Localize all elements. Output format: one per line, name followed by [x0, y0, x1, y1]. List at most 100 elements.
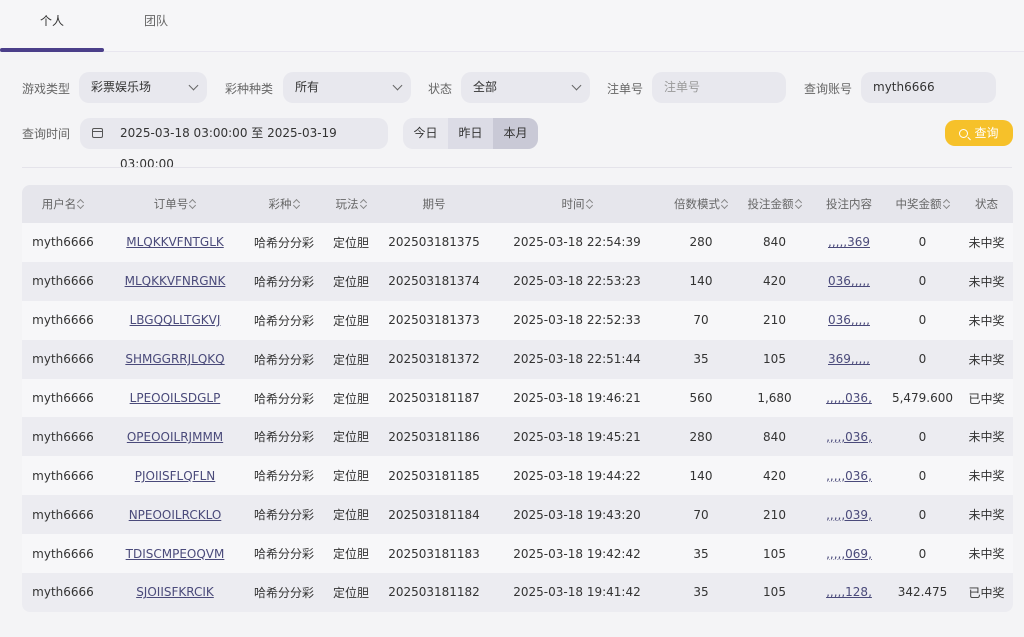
time-label: 查询时间	[22, 127, 71, 141]
table-row: myth6666 LBGQQLLTGKVJ 哈希分分彩 定位胆 202503181373…	[22, 300, 1013, 340]
cell-win-amount: 0	[918, 468, 927, 483]
cell-time: 2025-03-18 22:54:39	[513, 235, 641, 250]
sort-icon	[361, 199, 367, 209]
cell-username: myth6666	[32, 235, 94, 250]
cell-status: 未中奖	[968, 430, 1005, 445]
cell-issue: 202503181372	[388, 352, 480, 367]
cell-bet-content[interactable]: ,,,,,069,	[813, 547, 885, 561]
cell-status: 未中奖	[968, 235, 1005, 250]
status-select[interactable]: 全部	[461, 72, 590, 103]
cell-bet-amount: 840	[763, 429, 786, 444]
sort-icon	[587, 199, 593, 209]
cell-bet-content[interactable]: ,,,,,369	[813, 235, 885, 249]
col-header-bet-amount[interactable]: 投注金额	[736, 196, 813, 212]
table-row: myth6666 MLQKKVFNRGNK 哈希分分彩 定位胆 202503181374…	[22, 261, 1013, 301]
cell-win-amount: 0	[918, 507, 927, 522]
col-header-order-no[interactable]: 订单号	[104, 196, 246, 212]
cell-play: 定位胆	[332, 235, 369, 250]
cell-order-no[interactable]: PJOIISFLQFLN	[104, 469, 246, 483]
game-type-value: 彩票娱乐场	[91, 80, 152, 94]
cell-order-no[interactable]: LPEOOILSDGLP	[104, 391, 246, 405]
account-input[interactable]: myth6666	[861, 72, 996, 103]
col-header-multiple[interactable]: 倍数模式	[666, 196, 736, 212]
cell-bet-amount: 210	[763, 313, 786, 328]
table-header: 用户名 订单号 彩种 玩法 期号 时间 倍数模式 投注金额 投注内容 中奖金额 …	[22, 185, 1013, 223]
cell-time: 2025-03-18 22:52:33	[513, 313, 641, 328]
cell-order-no[interactable]: NPEOOILRCKLO	[104, 508, 246, 522]
order-no-input[interactable]: 注单号	[652, 72, 786, 103]
date-range-picker[interactable]: 2025-03-18 03:00:00 至 2025-03-19 03:00:0…	[80, 118, 388, 171]
calendar-icon	[92, 128, 103, 138]
tab-team[interactable]: 团队	[104, 0, 208, 52]
cell-bet-content[interactable]: 369,,,,,	[813, 352, 885, 366]
lottery-kind-value: 所有	[295, 80, 320, 94]
cell-order-no[interactable]: SHMGGRRJLQKQ	[104, 352, 246, 366]
col-header-time[interactable]: 时间	[488, 196, 666, 212]
cell-lottery: 哈希分分彩	[253, 508, 314, 523]
search-button[interactable]: 查询	[945, 120, 1013, 146]
cell-order-no[interactable]: TDISCMPEOQVM	[104, 547, 246, 561]
cell-time: 2025-03-18 19:42:42	[513, 546, 641, 561]
cell-multiple: 70	[693, 313, 709, 328]
account-value: myth6666	[873, 80, 935, 94]
table-row: myth6666 OPEOOILRJMMM 哈希分分彩 定位胆 202503181186…	[22, 417, 1013, 457]
col-header-status: 状态	[975, 197, 998, 211]
cell-order-no[interactable]: OPEOOILRJMMM	[104, 430, 246, 444]
col-header-play[interactable]: 玩法	[322, 196, 380, 212]
cell-status: 未中奖	[968, 547, 1005, 562]
cell-bet-content[interactable]: ,,,,,036,	[813, 391, 885, 405]
col-header-win-amount[interactable]: 中奖金额	[885, 196, 960, 212]
range-today-button[interactable]: 今日	[403, 118, 448, 149]
table-row: myth6666 SJOIISFKRCIK 哈希分分彩 定位胆 202503181182…	[22, 573, 1013, 612]
cell-bet-content[interactable]: ,,,,,039,	[813, 508, 885, 522]
cell-order-no[interactable]: LBGQQLLTGKVJ	[104, 313, 246, 327]
cell-username: myth6666	[32, 352, 94, 367]
table-row: myth6666 SHMGGRRJLQKQ 哈希分分彩 定位胆 202503181372…	[22, 339, 1013, 379]
lottery-kind-label: 彩种种类	[225, 82, 274, 96]
game-type-select[interactable]: 彩票娱乐场	[79, 72, 207, 103]
range-yesterday-button[interactable]: 昨日	[448, 118, 493, 149]
cell-issue: 202503181185	[388, 468, 480, 483]
cell-bet-content[interactable]: ,,,,,036,	[813, 469, 885, 483]
cell-order-no[interactable]: MLQKKVFNTGLK	[104, 235, 246, 249]
cell-bet-content[interactable]: 036,,,,,	[813, 274, 885, 288]
cell-issue: 202503181375	[388, 235, 480, 250]
cell-issue: 202503181187	[388, 391, 480, 405]
col-header-lottery[interactable]: 彩种	[246, 196, 322, 212]
cell-username: myth6666	[32, 585, 94, 600]
cell-bet-amount: 105	[763, 546, 786, 561]
cell-bet-content[interactable]: 036,,,,,	[813, 313, 885, 327]
search-button-label: 查询	[974, 126, 999, 140]
cell-play: 定位胆	[332, 430, 369, 445]
cell-play: 定位胆	[332, 469, 369, 484]
cell-status: 已中奖	[968, 391, 1005, 406]
cell-bet-amount: 105	[763, 585, 786, 600]
cell-play: 定位胆	[332, 274, 369, 289]
cell-bet-amount: 420	[763, 468, 786, 483]
cell-play: 定位胆	[332, 313, 369, 328]
cell-status: 未中奖	[968, 313, 1005, 328]
cell-issue: 202503181374	[388, 274, 480, 289]
chevron-down-icon	[392, 80, 403, 91]
cell-multiple: 560	[689, 391, 713, 405]
cell-lottery: 哈希分分彩	[253, 313, 314, 328]
cell-order-no[interactable]: SJOIISFKRCIK	[104, 585, 246, 599]
col-header-username[interactable]: 用户名	[22, 196, 104, 212]
search-icon	[959, 129, 969, 138]
cell-username: myth6666	[32, 507, 94, 522]
cell-lottery: 哈希分分彩	[253, 391, 314, 406]
tab-bar: 个人 团队	[0, 0, 1024, 52]
quick-range-group: 今日 昨日 本月	[403, 118, 538, 149]
cell-username: myth6666	[32, 274, 94, 289]
cell-bet-content[interactable]: ,,,,,128,	[813, 585, 885, 599]
sort-icon	[78, 199, 84, 209]
lottery-kind-select[interactable]: 所有	[283, 72, 411, 103]
chevron-down-icon	[571, 80, 582, 91]
tab-personal[interactable]: 个人	[0, 0, 104, 52]
cell-order-no[interactable]: MLQKKVFNRGNK	[104, 274, 246, 288]
cell-time: 2025-03-18 19:43:20	[513, 507, 641, 522]
game-type-label: 游戏类型	[22, 82, 71, 96]
range-month-button[interactable]: 本月	[493, 118, 538, 149]
cell-lottery: 哈希分分彩	[253, 547, 314, 562]
cell-bet-content[interactable]: ,,,,,036,	[813, 430, 885, 444]
